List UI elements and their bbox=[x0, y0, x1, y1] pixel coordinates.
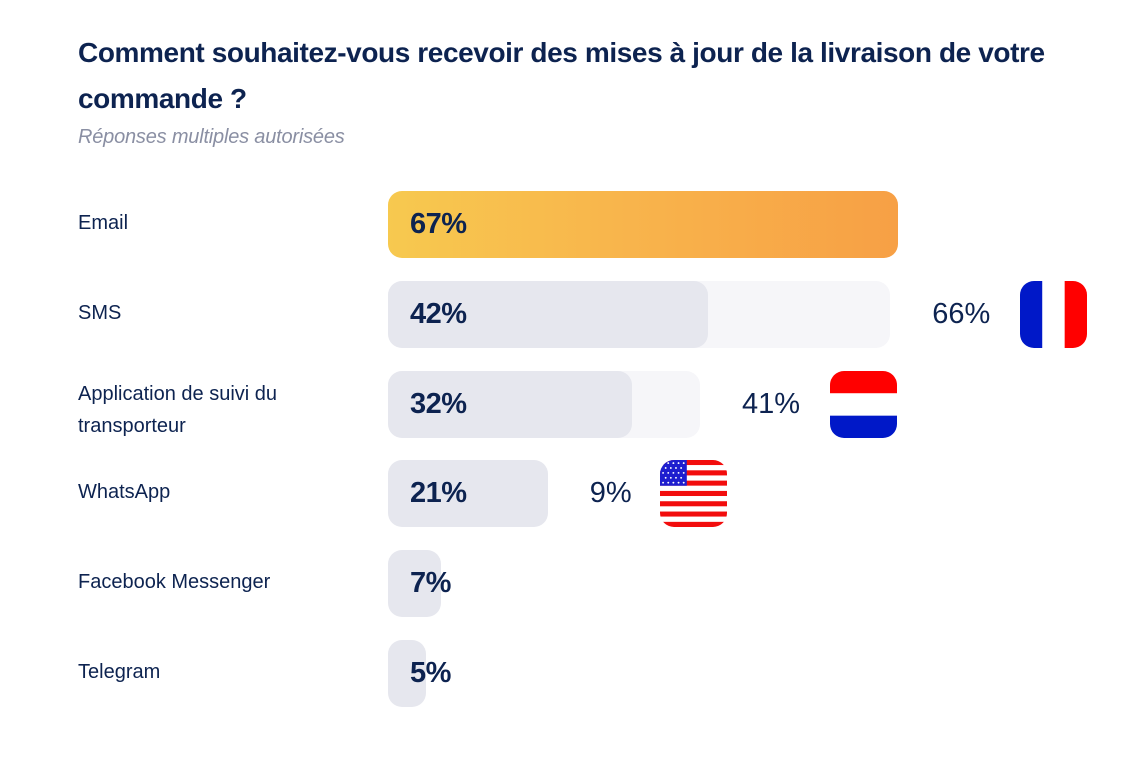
bar-value-label: 5% bbox=[410, 657, 451, 689]
bar-value-label: 32% bbox=[410, 388, 467, 420]
bar-row: 21% 9% bbox=[0, 460, 1136, 528]
chart-subtitle: Réponses multiples autorisées bbox=[78, 126, 345, 148]
bar-row: 5% bbox=[0, 640, 1136, 708]
bar-row: 7% bbox=[0, 550, 1136, 618]
bar-value-label: 7% bbox=[410, 567, 451, 599]
bar-row: 42% 66% bbox=[0, 281, 1136, 349]
country-value-label: 41% bbox=[742, 388, 801, 420]
usa-flag-icon bbox=[659, 460, 727, 527]
bar-value-label: 42% bbox=[410, 298, 467, 330]
bar-row: 67% bbox=[0, 191, 1136, 259]
france-flag-icon bbox=[1020, 281, 1088, 348]
bar-row: 32% 41% bbox=[0, 371, 1136, 439]
country-value-label: 9% bbox=[589, 477, 632, 509]
bar-value-label: 67% bbox=[410, 208, 467, 240]
netherlands-flag-icon bbox=[830, 371, 897, 438]
chart-title: Comment souhaitez-vous recevoir des mise… bbox=[78, 37, 1045, 114]
bar-value-label: 21% bbox=[410, 477, 467, 509]
country-value-label: 66% bbox=[932, 298, 991, 330]
